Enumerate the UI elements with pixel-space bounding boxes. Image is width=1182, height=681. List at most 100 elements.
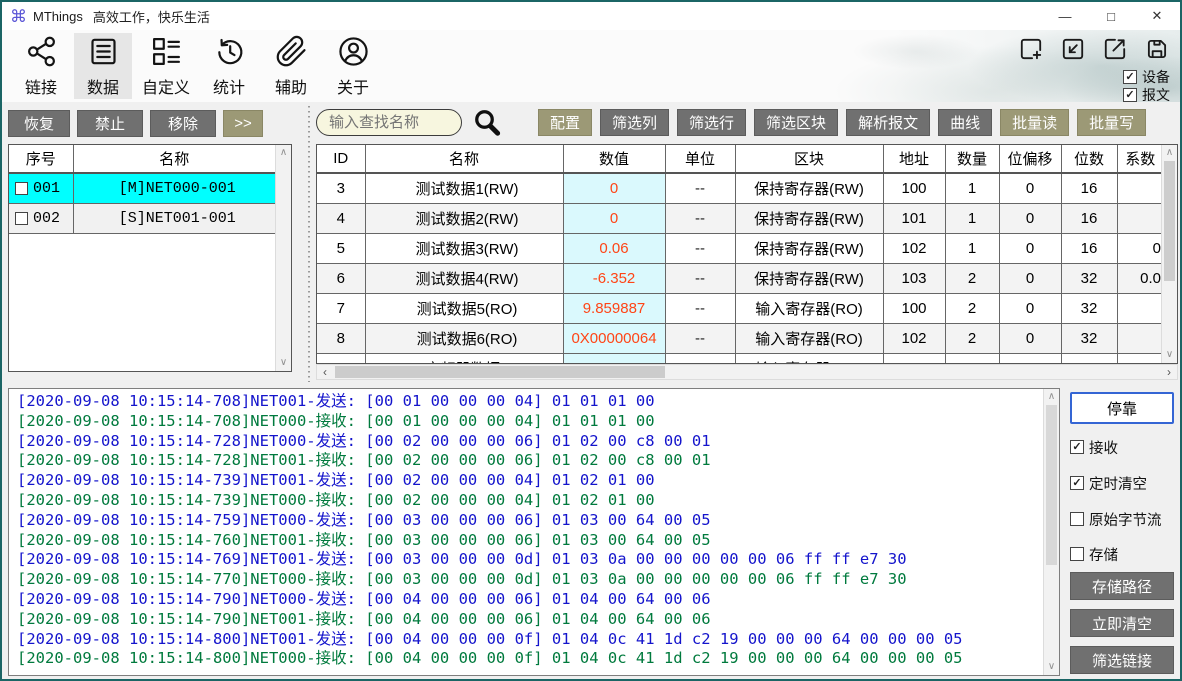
- log-option-checkbox-receive[interactable]: [1070, 440, 1084, 454]
- filter-checkbox-device[interactable]: [1123, 70, 1137, 84]
- cell-id: 4: [317, 203, 365, 233]
- scroll-up-icon[interactable]: [1044, 390, 1059, 404]
- device-row-name: [S]NET001-001: [73, 203, 275, 233]
- cell-value[interactable]: 0: [563, 203, 665, 233]
- minimize-button[interactable]: —: [1042, 2, 1088, 30]
- scroll-right-icon[interactable]: [1162, 365, 1176, 379]
- cell-bit_offset: 0: [999, 233, 1061, 263]
- panel-splitter[interactable]: [305, 106, 313, 382]
- log-scrollbar[interactable]: [1043, 389, 1059, 675]
- scroll-down-icon[interactable]: [1044, 660, 1059, 674]
- log-option-label-store: 存储: [1089, 544, 1118, 565]
- device-scrollbar[interactable]: [275, 145, 291, 371]
- parse-frame-button[interactable]: 解析报文: [846, 109, 930, 136]
- table-row-partial[interactable]: 9变频器数据10--输入寄存器(RO)1044064: [317, 353, 1163, 364]
- cell-value[interactable]: 9.859887: [563, 293, 665, 323]
- toolbar-item-data[interactable]: 数据: [74, 33, 132, 99]
- cell-quantity: 1: [945, 203, 999, 233]
- import-button[interactable]: [1060, 36, 1086, 67]
- table-row[interactable]: 4测试数据2(RW)0--保持寄存器(RW)1011016: [317, 203, 1163, 233]
- cell-quantity: 2: [945, 293, 999, 323]
- titlebar: ⌘ MThings 高效工作，快乐生活 — □ ✕: [2, 2, 1180, 30]
- cell-coefficient: [1117, 203, 1163, 233]
- log-option-checkbox-store[interactable]: [1070, 547, 1084, 561]
- toolbar-item-assist[interactable]: 辅助: [262, 33, 320, 99]
- cell-quantity: 4: [945, 353, 999, 364]
- cell-name: 测试数据6(RO): [365, 323, 563, 353]
- cell-value[interactable]: 0X00000064: [563, 323, 665, 353]
- toolbar-action-icons: [1018, 36, 1170, 67]
- storage-path-button[interactable]: 存储路径: [1070, 572, 1174, 600]
- scroll-left-icon[interactable]: [318, 365, 332, 379]
- cell-coefficient: [1117, 323, 1163, 353]
- toolbar-item-link[interactable]: 链接: [12, 33, 70, 99]
- table-row[interactable]: 7测试数据5(RO)9.859887--输入寄存器(RO)1002032: [317, 293, 1163, 323]
- search-icon[interactable]: [472, 107, 502, 137]
- toolbar-item-about[interactable]: 关于: [324, 33, 382, 99]
- save-button[interactable]: [1144, 36, 1170, 67]
- scroll-down-icon[interactable]: [1162, 348, 1177, 362]
- toolbar-right: 设备报文: [1018, 36, 1170, 104]
- filter-row-button[interactable]: 筛选行: [677, 109, 746, 136]
- filter-checkbox-frame[interactable]: [1123, 88, 1137, 102]
- filter-block-button[interactable]: 筛选区块: [754, 109, 838, 136]
- close-button[interactable]: ✕: [1134, 2, 1180, 30]
- curve-button[interactable]: 曲线: [938, 109, 992, 136]
- cell-unit: --: [665, 323, 735, 353]
- batch-read-button[interactable]: 批量读: [1000, 109, 1069, 136]
- paperclip-icon: [275, 35, 308, 73]
- new-window-button[interactable]: [1018, 36, 1044, 67]
- clear-now-button[interactable]: 立即清空: [1070, 609, 1174, 637]
- log-option-checkbox-raw-bytes[interactable]: [1070, 512, 1084, 526]
- batch-write-button[interactable]: 批量写: [1077, 109, 1146, 136]
- device-row[interactable]: 002[S]NET001-001: [9, 203, 275, 233]
- scrollbar-thumb[interactable]: [335, 366, 665, 378]
- disable-button[interactable]: 禁止: [77, 110, 143, 137]
- table-row[interactable]: 3测试数据1(RW)0--保持寄存器(RW)1001016: [317, 173, 1163, 203]
- cell-value[interactable]: -6.352: [563, 263, 665, 293]
- scroll-up-icon[interactable]: [1162, 146, 1177, 160]
- scroll-down-icon[interactable]: [276, 356, 291, 370]
- log-option-checkbox-auto-clear[interactable]: [1070, 476, 1084, 490]
- data-column-header: 区块: [735, 145, 883, 173]
- toolbar-items: 链接数据自定义统计辅助关于: [2, 30, 1180, 102]
- filter-links-button[interactable]: 筛选链接: [1070, 646, 1174, 674]
- data-grid-scrollbar[interactable]: [1161, 145, 1177, 363]
- cell-id: 7: [317, 293, 365, 323]
- filter-col-button[interactable]: 筛选列: [600, 109, 669, 136]
- export-icon: [1102, 36, 1128, 62]
- toolbar-item-label: 统计: [213, 74, 245, 98]
- cell-bits: 16: [1061, 203, 1117, 233]
- cell-coefficient: [1117, 293, 1163, 323]
- data-grid-hscrollbar[interactable]: [316, 364, 1178, 380]
- device-row[interactable]: 001[M]NET000-001: [9, 173, 275, 203]
- scroll-up-icon[interactable]: [276, 146, 291, 160]
- toolbar-item-custom[interactable]: 自定义: [136, 33, 196, 99]
- share-icon: [25, 35, 58, 73]
- cell-unit: --: [665, 263, 735, 293]
- export-button[interactable]: [1102, 36, 1128, 67]
- config-button[interactable]: 配置: [538, 109, 592, 136]
- restore-button[interactable]: 恢复: [8, 110, 70, 137]
- scrollbar-thumb[interactable]: [1046, 405, 1057, 565]
- maximize-button[interactable]: □: [1088, 2, 1134, 30]
- device-row-num-cell: 001: [9, 173, 73, 203]
- dock-button[interactable]: 停靠: [1070, 392, 1174, 424]
- search-input[interactable]: [316, 109, 462, 136]
- log-line: [2020-09-08 10:15:14-739]NET000-接收: [00 …: [17, 491, 1042, 511]
- device-row-checkbox[interactable]: [15, 212, 28, 225]
- toolbar-item-stats[interactable]: 统计: [200, 33, 258, 99]
- cell-value[interactable]: 0: [563, 173, 665, 203]
- data-table: ID名称数值单位区块地址数量位偏移位数系数 3测试数据1(RW)0--保持寄存器…: [317, 145, 1163, 364]
- remove-button[interactable]: 移除: [150, 110, 216, 137]
- table-row[interactable]: 8测试数据6(RO)0X00000064--输入寄存器(RO)1022032: [317, 323, 1163, 353]
- scrollbar-thumb[interactable]: [1164, 161, 1175, 281]
- data-column-header: 名称: [365, 145, 563, 173]
- history-icon: [213, 35, 246, 73]
- cell-value[interactable]: 0.06: [563, 233, 665, 263]
- cell-value[interactable]: 0: [563, 353, 665, 364]
- device-row-checkbox[interactable]: [15, 182, 28, 195]
- expand-button[interactable]: >>: [223, 110, 263, 137]
- table-row[interactable]: 6测试数据4(RW)-6.352--保持寄存器(RW)10320320.0: [317, 263, 1163, 293]
- table-row[interactable]: 5测试数据3(RW)0.06--保持寄存器(RW)10210160: [317, 233, 1163, 263]
